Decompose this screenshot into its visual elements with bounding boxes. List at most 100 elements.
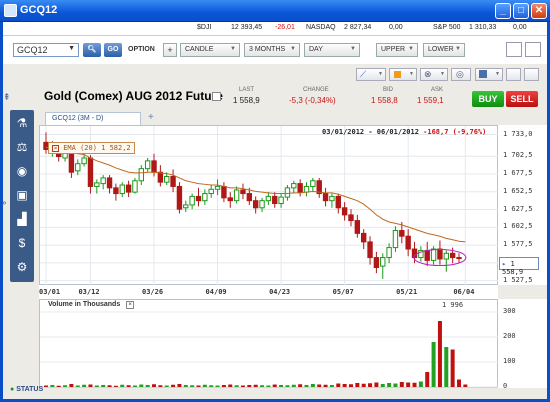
y-tick-label: 1 577,5	[503, 240, 533, 249]
buy-button[interactable]: BUY	[472, 91, 504, 107]
candle	[284, 187, 291, 198]
go-button[interactable]: GO	[104, 43, 122, 57]
volume-bar	[221, 385, 226, 387]
lower-indicator-select[interactable]: LOWER ▼	[423, 43, 465, 57]
interval-select[interactable]: DAY ▼	[304, 43, 360, 57]
volume-tick-label: 300	[503, 307, 516, 315]
candle	[335, 195, 341, 209]
y-tick-label: 1 733,0	[503, 129, 533, 138]
chart-type-select[interactable]: CANDLE ▼	[180, 43, 240, 57]
expand-side-icon[interactable]: »	[2, 198, 6, 207]
symbol-input[interactable]: GCQ12 ▼	[13, 43, 79, 57]
volume-bar	[310, 384, 315, 387]
microscope-icon[interactable]: ⚗	[13, 114, 31, 132]
volume-bar	[164, 385, 169, 387]
candle	[399, 230, 405, 237]
candle	[94, 182, 100, 187]
volume-bar	[126, 385, 131, 387]
candle	[195, 195, 202, 202]
status-label: STATUS	[16, 386, 44, 393]
chevron-down-icon: ▼	[455, 46, 461, 52]
popout-tool-icon[interactable]	[524, 68, 539, 81]
volume-bar	[412, 382, 417, 387]
ticker-value: 12 393,45	[231, 24, 263, 31]
volume-bar	[291, 384, 296, 387]
chevron-down-icon: ▼	[350, 46, 356, 52]
bid-value: 1 558,8	[371, 96, 398, 105]
delete-tool-icon[interactable]: ⊗ ▼	[420, 68, 448, 81]
ticker-value: 2 827,34	[344, 24, 372, 31]
layout-icon[interactable]	[525, 42, 541, 57]
y-tick-label: 1 627,5	[503, 204, 533, 213]
line-tool-icon[interactable]: ⟋ ▼	[356, 68, 386, 81]
volume-bar	[393, 383, 398, 387]
save-layout-icon[interactable]: ▼	[475, 68, 503, 81]
candle	[87, 157, 94, 187]
save-icon[interactable]	[506, 42, 522, 57]
volume-bar	[266, 385, 271, 387]
volume-bar	[145, 385, 150, 387]
dollar-icon[interactable]: $	[13, 234, 31, 252]
candle	[189, 195, 195, 206]
maximize-button[interactable]: □	[513, 3, 529, 19]
y-tick-label: 1 527,5	[503, 275, 533, 284]
ticker-name: $DJI	[197, 24, 212, 31]
collapse-up-icon[interactable]: ⇞	[3, 92, 11, 103]
gear-icon[interactable]: ⚙	[13, 258, 31, 276]
volume-bar	[50, 385, 55, 387]
tab-chart[interactable]: GCQ12 (3M - D)	[45, 112, 141, 125]
search-icon: 🔍︎	[87, 46, 97, 53]
briefcase-icon[interactable]: ▣	[13, 186, 31, 204]
volume-bar	[88, 384, 93, 387]
candle	[106, 177, 113, 189]
upper-indicator-select[interactable]: UPPER ▼	[376, 43, 418, 57]
volume-bar	[215, 385, 220, 387]
zoom-tool-icon[interactable]: ◎	[451, 68, 471, 81]
volume-chart-svg	[40, 311, 499, 388]
candle	[214, 185, 221, 190]
scales-icon[interactable]: ⚖	[13, 138, 31, 156]
close-button[interactable]: ✕	[531, 3, 547, 19]
close-icon[interactable]: ×	[52, 145, 59, 152]
info-icon[interactable]	[212, 92, 221, 101]
candle	[354, 220, 361, 234]
ask-value: 1 559,1	[417, 96, 444, 105]
candle	[322, 193, 329, 202]
volume-bar	[368, 383, 373, 387]
window-tool-icon[interactable]	[506, 68, 521, 81]
chevron-down-icon[interactable]: ▼	[68, 45, 75, 52]
volume-bar	[120, 384, 125, 387]
status-bar: ● STATUS	[10, 386, 43, 393]
bar-chart-icon[interactable]: ▟	[13, 210, 31, 228]
eye-icon[interactable]: ◉	[13, 162, 31, 180]
volume-bar	[113, 385, 118, 387]
close-icon[interactable]: ×	[126, 301, 135, 309]
sell-button[interactable]: SELL	[506, 91, 538, 107]
candle	[202, 193, 208, 202]
candle	[424, 249, 430, 261]
volume-legend: Volume in Thousands ×	[48, 301, 135, 309]
minimize-button[interactable]: _	[495, 3, 511, 19]
volume-bar	[152, 384, 157, 387]
candle	[221, 185, 227, 199]
main-toolbar: GCQ12 ▼ 🔍︎ GO OPTION + CANDLE ▼ 3 MONTHS ▼…	[3, 36, 547, 64]
x-tick-label: 03/01	[39, 288, 61, 296]
ema-legend[interactable]: × EMA (20) 1 582,2	[48, 142, 135, 154]
volume-bar	[190, 385, 195, 387]
chevron-down-icon: ▼	[290, 46, 296, 52]
volume-bar	[183, 385, 188, 387]
volume-chart[interactable]	[39, 299, 499, 388]
search-button[interactable]: 🔍︎	[83, 43, 101, 57]
color-tool-icon[interactable]: ▼	[389, 68, 417, 81]
add-tab-button[interactable]: +	[148, 112, 154, 123]
volume-bar	[437, 321, 442, 387]
volume-bar	[406, 382, 411, 387]
candle	[392, 230, 399, 249]
volume-bar	[336, 383, 341, 387]
page-title: Gold (Comex) AUG 2012 Future	[44, 89, 223, 103]
change-label: CHANGE	[303, 87, 329, 93]
candle	[227, 197, 233, 202]
volume-bar	[234, 385, 239, 387]
period-select[interactable]: 3 MONTHS ▼	[244, 43, 300, 57]
add-option-button[interactable]: +	[163, 43, 177, 57]
